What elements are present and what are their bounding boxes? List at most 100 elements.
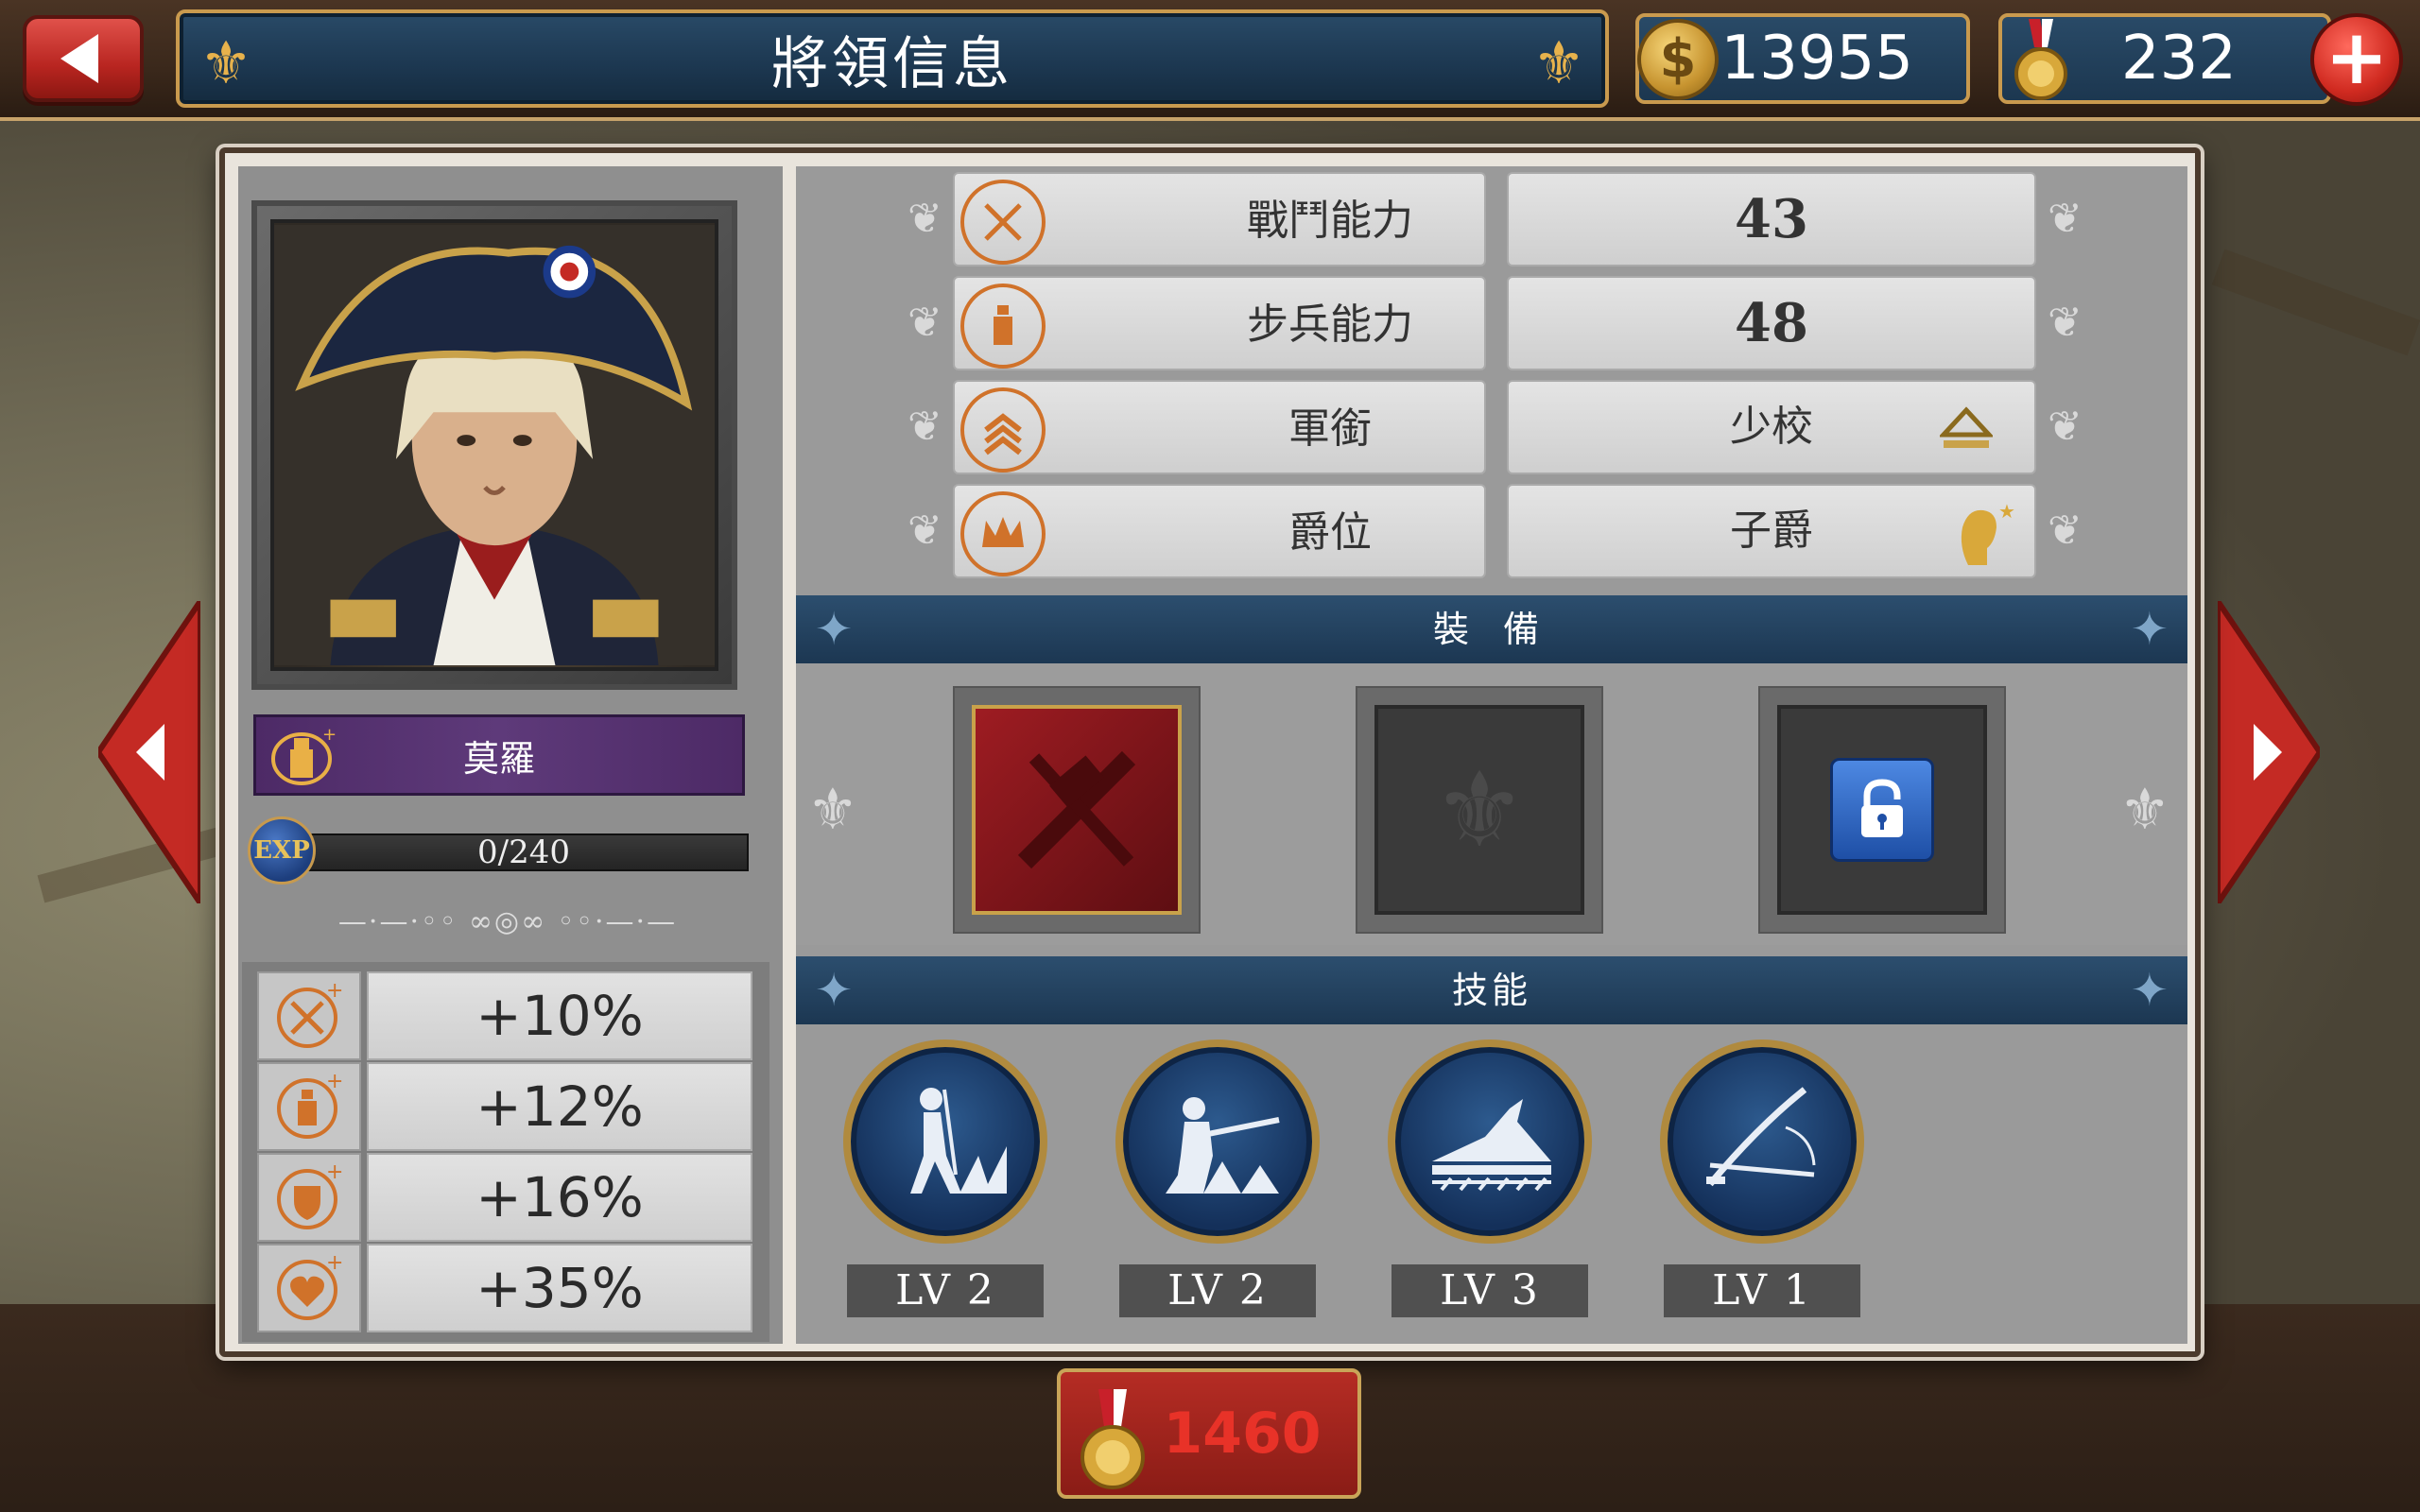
general-profile: + 莫羅 0/240 EXP —·—·◦◦ ∞◎∞ ◦◦·—·— + +10% …: [238, 166, 783, 1344]
stat-label-plate: 爵位: [953, 484, 1486, 578]
equipment-slot-2[interactable]: ⚜: [1356, 686, 1603, 934]
skill-level: LV 2: [1119, 1264, 1316, 1317]
medal-amount: 232: [2120, 24, 2237, 94]
march-skill-icon[interactable]: [843, 1040, 1047, 1244]
fleur-de-lis-icon: ⚜: [1532, 28, 1585, 97]
stat-label: 軍銜: [1288, 404, 1372, 453]
coin-counter: $ 13955: [1635, 13, 1970, 104]
locked-slot[interactable]: [1777, 705, 1987, 915]
stat-value: 子爵: [1730, 507, 1813, 555]
svg-text:+: +: [326, 1252, 343, 1275]
ornament-icon: ❦: [2048, 299, 2083, 347]
equipment-slot-1[interactable]: [953, 686, 1201, 934]
skill-level: LV 3: [1392, 1264, 1588, 1317]
skills-list: LV 2 LV 2 LV 3 LV 1: [796, 1024, 2187, 1344]
svg-text:★: ★: [1998, 500, 2015, 523]
bonus-value: +12%: [367, 1062, 752, 1151]
general-name: 莫羅: [462, 737, 535, 780]
ornament-icon: ⚜: [2119, 777, 2170, 843]
stat-row-title: ❦ 爵位 子爵 ★ ❦: [796, 478, 2187, 578]
fleur-de-lis-icon: ⚜: [199, 28, 252, 97]
bonus-value: +35%: [367, 1244, 752, 1332]
heart-plus-icon: +: [257, 1244, 361, 1332]
bonus-value: +16%: [367, 1153, 752, 1242]
nobility-bust-icon[interactable]: ★: [1949, 499, 2015, 575]
fleur-de-lis-icon: ✦: [2130, 603, 2169, 656]
stat-row-combat: ❦ 戰鬥能力 43 ❦: [796, 166, 2187, 266]
equipment-title: 裝 備: [1432, 609, 1551, 650]
stat-row-rank: ❦ 軍銜 少校 ❦: [796, 374, 2187, 474]
bonus-row: + +16%: [257, 1153, 754, 1244]
top-bar: ⚜ 將領信息 ⚜ $ 13955 232 +: [0, 0, 2420, 121]
portrait-frame: [251, 200, 737, 690]
crossed-swords-icon: [960, 180, 1046, 265]
stat-value: 少校: [1730, 403, 1813, 451]
general-portrait-image: [274, 225, 715, 665]
skills-title: 技能: [1451, 970, 1531, 1011]
skill-3[interactable]: LV 3: [1388, 1040, 1592, 1317]
equipment-header: ✦ 裝 備 ✦: [796, 595, 2187, 663]
skill-level: LV 1: [1664, 1264, 1860, 1317]
bonus-row: + +12%: [257, 1062, 754, 1153]
lock-icon[interactable]: [1830, 758, 1934, 862]
bonus-row: + +10%: [257, 971, 754, 1062]
promote-rank-icon[interactable]: [1940, 406, 1993, 452]
medal-icon: [1080, 1389, 1145, 1489]
rifle-skill-icon[interactable]: [1115, 1040, 1320, 1244]
stat-label-plate: 軍銜: [953, 380, 1486, 474]
title-plate: ⚜ 將領信息 ⚜: [176, 9, 1609, 108]
page-title: 將領信息: [771, 30, 1013, 97]
fortify-skill-icon[interactable]: [1388, 1040, 1592, 1244]
skill-level: LV 2: [847, 1264, 1044, 1317]
fleur-de-lis-icon: ✦: [815, 964, 854, 1017]
upgrade-cost: 1460: [1163, 1400, 1322, 1467]
stat-value-plate: 少校: [1507, 380, 2036, 474]
ornament-icon: ❦: [2048, 195, 2083, 243]
add-currency-button[interactable]: +: [2310, 13, 2403, 106]
bonus-value: +10%: [367, 971, 752, 1060]
infantry-rank-icon: +: [271, 725, 337, 785]
stat-value: 48: [1507, 276, 2036, 370]
svg-text:+: +: [322, 725, 337, 745]
upgrade-cost-button[interactable]: 1460: [1057, 1368, 1361, 1499]
fleur-de-lis-icon: ✦: [815, 603, 854, 656]
skill-4[interactable]: LV 1: [1660, 1040, 1864, 1317]
skills-header: ✦ 技能 ✦: [796, 956, 2187, 1024]
previous-general-button[interactable]: [98, 601, 200, 903]
shield-plus-icon: +: [257, 1153, 361, 1242]
equipment-slots: ⚜ ⚜ ⚜: [796, 663, 2187, 945]
sabre-skill-icon[interactable]: [1660, 1040, 1864, 1244]
equipped-item[interactable]: [972, 705, 1182, 915]
stat-label: 戰鬥能力: [1247, 197, 1413, 245]
skill-2[interactable]: LV 2: [1115, 1040, 1320, 1317]
skill-1[interactable]: LV 2: [843, 1040, 1047, 1317]
exp-badge-icon: EXP: [248, 816, 316, 885]
ornament-icon: ❦: [908, 507, 942, 555]
medal-icon: [2014, 19, 2067, 100]
rank-chevron-icon: [960, 387, 1046, 472]
coin-amount: 13955: [1720, 24, 1913, 94]
infantry-plus-icon: +: [257, 1062, 361, 1151]
back-arrow-icon: [60, 34, 98, 83]
svg-text:+: +: [326, 1161, 343, 1184]
back-button[interactable]: [23, 15, 144, 102]
empty-slot[interactable]: ⚜: [1374, 705, 1584, 915]
stat-value: 43: [1507, 172, 2036, 266]
fleur-de-lis-icon: ⚜: [1432, 749, 1527, 870]
exp-row: 0/240 EXP: [248, 816, 749, 885]
medal-counter: 232: [1998, 13, 2331, 104]
next-general-button[interactable]: [2218, 601, 2320, 903]
sword-plus-icon: +: [257, 971, 361, 1060]
svg-text:+: +: [326, 1071, 343, 1093]
fleur-de-lis-icon: ✦: [2130, 964, 2169, 1017]
ornament-icon: ❦: [2048, 507, 2083, 555]
ornamental-divider: —·—·◦◦ ∞◎∞ ◦◦·—·—: [337, 905, 678, 938]
stat-row-infantry: ❦ 步兵能力 48 ❦: [796, 270, 2187, 370]
ornament-icon: ⚜: [807, 777, 858, 843]
stat-label-plate: 步兵能力: [953, 276, 1486, 370]
general-info-panel: + 莫羅 0/240 EXP —·—·◦◦ ∞◎∞ ◦◦·—·— + +10% …: [219, 147, 2201, 1357]
ornament-icon: ❦: [908, 195, 942, 243]
equipment-slot-3[interactable]: [1758, 686, 2006, 934]
exp-bar: 0/240: [299, 833, 749, 871]
infantry-icon: [960, 284, 1046, 369]
